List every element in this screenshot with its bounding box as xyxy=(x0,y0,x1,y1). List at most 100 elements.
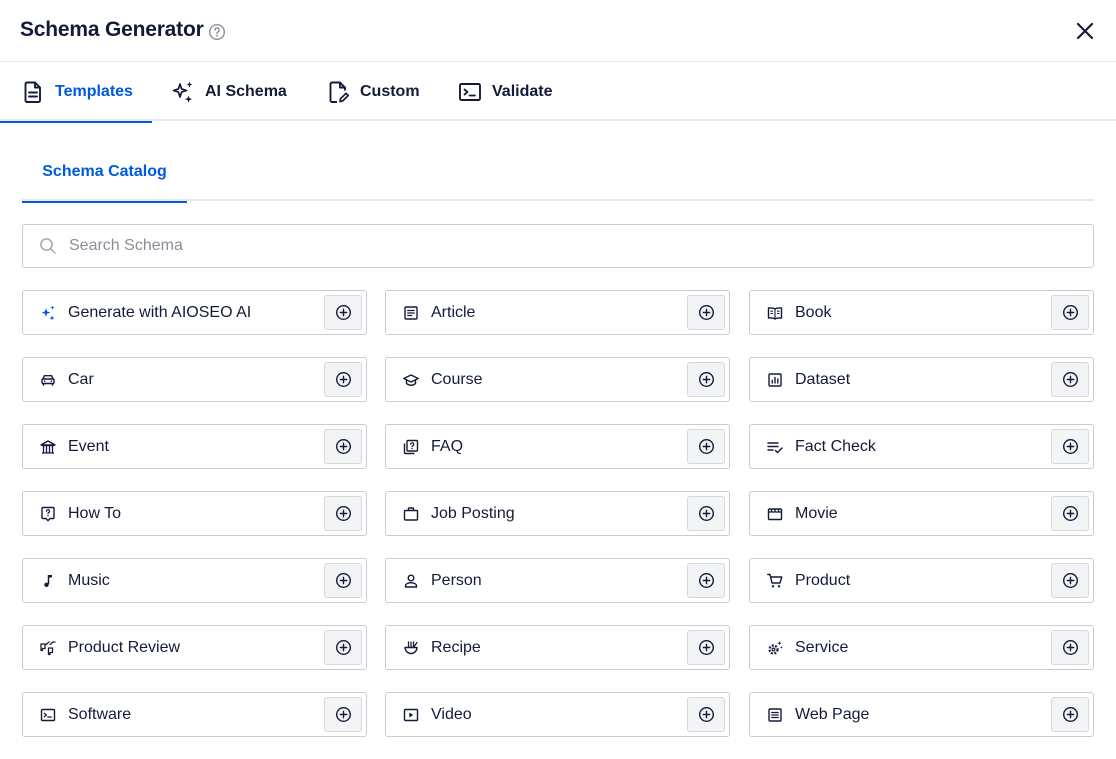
tab-schema-catalog[interactable]: Schema Catalog xyxy=(22,143,187,203)
schema-card-job-posting[interactable]: Job Posting xyxy=(385,491,730,536)
main-tabs: Templates AI Schema Custom Validate xyxy=(0,62,1116,123)
schema-card-car[interactable]: Car xyxy=(22,357,367,402)
schema-card-web-page[interactable]: Web Page xyxy=(749,692,1094,737)
schema-card-label: How To xyxy=(68,504,122,522)
add-circle-icon xyxy=(1062,639,1078,656)
add-schema-button[interactable] xyxy=(687,630,725,665)
add-schema-button[interactable] xyxy=(324,563,362,598)
add-circle-icon xyxy=(335,505,351,522)
schema-card-event[interactable]: Event xyxy=(22,424,367,469)
add-circle-icon xyxy=(698,438,714,455)
add-schema-button[interactable] xyxy=(324,496,362,531)
add-schema-button[interactable] xyxy=(1051,630,1089,665)
tab-validate[interactable]: Validate xyxy=(457,62,572,121)
schema-card-software[interactable]: Software xyxy=(22,692,367,737)
schema-card-label: Software xyxy=(68,705,132,723)
graduation-cap-icon xyxy=(403,373,419,386)
tab-label: AI Schema xyxy=(205,82,287,100)
service-icon xyxy=(768,640,783,655)
tab-templates[interactable]: Templates xyxy=(0,62,152,123)
add-schema-button[interactable] xyxy=(324,295,362,330)
add-schema-button[interactable] xyxy=(324,429,362,464)
schema-card-how-to[interactable]: How To xyxy=(22,491,367,536)
schema-card-dataset[interactable]: Dataset xyxy=(749,357,1094,402)
schema-card-label: Generate with AIOSEO AI xyxy=(68,303,252,321)
schema-card-recipe[interactable]: Recipe xyxy=(385,625,730,670)
software-icon xyxy=(40,708,56,721)
sub-tabs: Schema Catalog xyxy=(22,143,1094,203)
add-schema-button[interactable] xyxy=(1051,295,1089,330)
how-to-icon xyxy=(41,506,55,521)
tab-label: Custom xyxy=(360,82,420,100)
schema-card-label: Movie xyxy=(795,504,838,522)
person-icon xyxy=(404,574,418,588)
sparkles-icon xyxy=(41,305,55,320)
close-icon[interactable] xyxy=(1073,19,1097,43)
add-schema-button[interactable] xyxy=(1051,496,1089,531)
add-schema-button[interactable] xyxy=(687,697,725,732)
fact-check-icon xyxy=(767,441,783,453)
recipe-icon xyxy=(404,640,418,654)
schema-card-course[interactable]: Course xyxy=(385,357,730,402)
schema-card-article[interactable]: Article xyxy=(385,290,730,335)
schema-card-label: Video xyxy=(431,705,472,723)
schema-card-service[interactable]: Service xyxy=(749,625,1094,670)
add-circle-icon xyxy=(335,639,351,656)
video-icon xyxy=(403,708,419,721)
faq-icon xyxy=(403,439,419,454)
add-circle-icon xyxy=(698,572,714,589)
schema-card-generate-ai[interactable]: Generate with AIOSEO AI xyxy=(22,290,367,335)
search-input[interactable] xyxy=(69,226,1093,266)
schema-card-person[interactable]: Person xyxy=(385,558,730,603)
schema-card-product[interactable]: Product xyxy=(749,558,1094,603)
schema-card-fact-check[interactable]: Fact Check xyxy=(749,424,1094,469)
add-circle-icon xyxy=(1062,505,1078,522)
document-icon xyxy=(24,81,41,103)
search-icon xyxy=(40,238,56,254)
add-schema-button[interactable] xyxy=(1051,697,1089,732)
schema-card-label: Product Review xyxy=(68,638,181,656)
subtab-label: Schema Catalog xyxy=(42,163,167,180)
schema-card-book[interactable]: Book xyxy=(749,290,1094,335)
tab-ai-schema[interactable]: AI Schema xyxy=(170,62,310,121)
add-schema-button[interactable] xyxy=(687,295,725,330)
article-icon xyxy=(404,305,418,320)
add-schema-button[interactable] xyxy=(324,697,362,732)
add-circle-icon xyxy=(698,639,714,656)
schema-card-faq[interactable]: FAQ xyxy=(385,424,730,469)
add-schema-button[interactable] xyxy=(1051,362,1089,397)
schema-card-label: Job Posting xyxy=(431,504,515,522)
schema-card-label: Web Page xyxy=(795,705,870,723)
add-circle-icon xyxy=(698,371,714,388)
schema-card-label: FAQ xyxy=(431,437,464,455)
help-icon[interactable] xyxy=(208,23,226,41)
add-schema-button[interactable] xyxy=(1051,429,1089,464)
add-schema-button[interactable] xyxy=(687,362,725,397)
add-circle-icon xyxy=(335,304,351,321)
schema-card-label: Recipe xyxy=(431,638,481,656)
add-schema-button[interactable] xyxy=(324,630,362,665)
add-schema-button[interactable] xyxy=(687,429,725,464)
search-box xyxy=(22,224,1094,268)
add-circle-icon xyxy=(698,706,714,723)
schema-card-label: Music xyxy=(68,571,110,589)
add-schema-button[interactable] xyxy=(1051,563,1089,598)
add-schema-button[interactable] xyxy=(687,496,725,531)
movie-icon xyxy=(767,507,783,520)
schema-card-product-review[interactable]: Product Review xyxy=(22,625,367,670)
review-icon xyxy=(40,640,56,655)
add-circle-icon xyxy=(335,572,351,589)
add-circle-icon xyxy=(1062,572,1078,589)
add-schema-button[interactable] xyxy=(324,362,362,397)
add-circle-icon xyxy=(1062,438,1078,455)
schema-card-label: Book xyxy=(795,303,832,321)
tab-custom[interactable]: Custom xyxy=(325,62,435,121)
schema-card-music[interactable]: Music xyxy=(22,558,367,603)
schema-card-label: Car xyxy=(68,370,94,388)
add-circle-icon xyxy=(335,706,351,723)
modal-title: Schema Generator xyxy=(20,18,204,41)
add-circle-icon xyxy=(335,438,351,455)
schema-card-video[interactable]: Video xyxy=(385,692,730,737)
schema-card-movie[interactable]: Movie xyxy=(749,491,1094,536)
add-schema-button[interactable] xyxy=(687,563,725,598)
